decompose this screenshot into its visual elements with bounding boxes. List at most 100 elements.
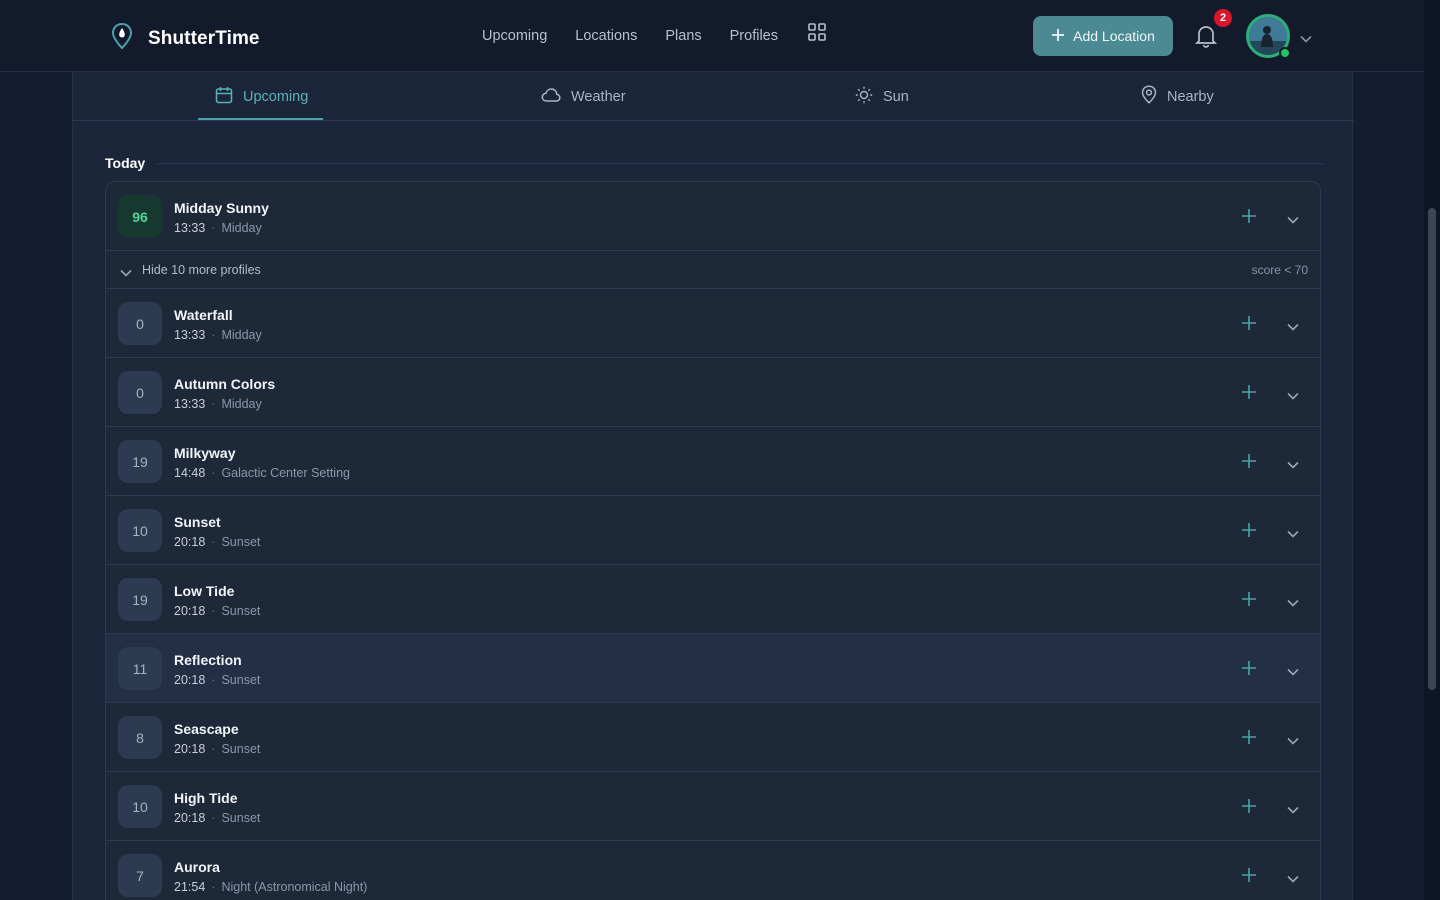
item-time: 20:18: [174, 811, 206, 825]
list-item-top[interactable]: 96 Midday Sunny 13:33 · Midday: [106, 182, 1320, 251]
tab-sun[interactable]: Sun: [855, 72, 909, 121]
item-subtitle: 13:33 · Midday: [174, 397, 262, 411]
apps-grid-icon[interactable]: [808, 23, 826, 46]
list-item[interactable]: 0 Autumn Colors 13:33 · Midday: [106, 358, 1320, 427]
divider: [157, 162, 1323, 164]
list-item[interactable]: 0 Waterfall 13:33 · Midday: [106, 289, 1320, 358]
top-nav: ShutterTime Upcoming Locations Plans Pro…: [0, 0, 1424, 72]
notification-badge: 2: [1214, 9, 1232, 27]
item-time: 20:18: [174, 535, 206, 549]
item-phase: Midday: [221, 328, 262, 342]
nav-plans[interactable]: Plans: [665, 28, 701, 44]
list-item[interactable]: 10 Sunset 20:18 · Sunset: [106, 496, 1320, 565]
add-plus-icon[interactable]: [1241, 591, 1257, 612]
add-location-label: Add Location: [1073, 28, 1155, 44]
item-subtitle: 13:33 · Midday: [174, 328, 262, 342]
tab-weather[interactable]: Weather: [541, 72, 626, 121]
main-nav: Upcoming Locations Plans Profiles: [482, 23, 826, 46]
expand-chevron-icon[interactable]: [1287, 387, 1299, 405]
item-time: 13:33: [174, 328, 206, 342]
add-plus-icon[interactable]: [1241, 867, 1257, 888]
expand-chevron-icon[interactable]: [1287, 594, 1299, 612]
add-plus-icon[interactable]: [1241, 384, 1257, 405]
brand[interactable]: ShutterTime: [110, 22, 260, 55]
item-time: 14:48: [174, 466, 206, 480]
list-item[interactable]: 7 Aurora 21:54 · Night (Astronomical Night): [106, 841, 1320, 900]
score-badge: 19: [118, 578, 162, 621]
list-item[interactable]: 10 High Tide 20:18 · Sunset: [106, 772, 1320, 841]
nav-locations[interactable]: Locations: [575, 28, 637, 44]
section-title: Today: [105, 155, 146, 171]
score-badge: 7: [118, 854, 162, 897]
item-title: Seascape: [174, 721, 239, 737]
item-title: Aurora: [174, 859, 220, 875]
cloud-icon: [541, 87, 561, 107]
calendar-icon: [215, 86, 233, 108]
item-title: Midday Sunny: [174, 200, 269, 216]
chevron-down-icon[interactable]: [1300, 30, 1312, 48]
item-title: Waterfall: [174, 307, 233, 323]
item-subtitle: 13:33 · Midday: [174, 221, 262, 235]
add-plus-icon[interactable]: [1241, 660, 1257, 681]
item-time: 20:18: [174, 604, 206, 618]
score-badge: 0: [118, 371, 162, 414]
plus-icon: [1051, 28, 1065, 45]
expand-chevron-icon[interactable]: [1287, 525, 1299, 543]
expand-chevron-icon[interactable]: [1287, 318, 1299, 336]
expand-chevron-icon[interactable]: [1287, 732, 1299, 750]
item-time: 20:18: [174, 673, 206, 687]
add-plus-icon[interactable]: [1241, 522, 1257, 543]
item-phase: Galactic Center Setting: [221, 466, 350, 480]
tab-nearby-label: Nearby: [1167, 88, 1214, 105]
expand-chevron-icon[interactable]: [1287, 663, 1299, 681]
list-item[interactable]: 19 Low Tide 20:18 · Sunset: [106, 565, 1320, 634]
item-title: High Tide: [174, 790, 238, 806]
expand-chevron-icon[interactable]: [1287, 456, 1299, 474]
section-header: Today: [105, 154, 1323, 172]
add-location-button[interactable]: Add Location: [1033, 16, 1173, 56]
item-phase: Sunset: [221, 811, 261, 825]
score-badge: 11: [118, 647, 162, 690]
add-plus-icon[interactable]: [1241, 798, 1257, 819]
item-time: 21:54: [174, 880, 206, 894]
add-plus-icon[interactable]: [1241, 208, 1257, 229]
item-time: 20:18: [174, 742, 206, 756]
score-badge: 10: [118, 509, 162, 552]
item-title: Low Tide: [174, 583, 235, 599]
bell-icon[interactable]: [1194, 24, 1218, 53]
score-badge: 8: [118, 716, 162, 759]
tab-upcoming-label: Upcoming: [243, 88, 309, 105]
sun-icon: [855, 86, 873, 108]
add-plus-icon[interactable]: [1241, 315, 1257, 336]
add-plus-icon[interactable]: [1241, 729, 1257, 750]
expand-chevron-icon[interactable]: [1287, 801, 1299, 819]
item-subtitle: 21:54 · Night (Astronomical Night): [174, 880, 368, 894]
add-plus-icon[interactable]: [1241, 453, 1257, 474]
tab-upcoming[interactable]: Upcoming: [215, 72, 308, 121]
item-phase: Sunset: [221, 604, 261, 618]
score-badge: 96: [118, 195, 162, 238]
brand-name: ShutterTime: [148, 27, 260, 49]
item-phase: Night (Astronomical Night): [221, 880, 368, 894]
expand-chevron-icon[interactable]: [1287, 870, 1299, 888]
item-phase: Sunset: [221, 673, 261, 687]
score-badge: 19: [118, 440, 162, 483]
score-badge: 10: [118, 785, 162, 828]
item-phase: Sunset: [221, 535, 261, 549]
list-item[interactable]: 8 Seascape 20:18 · Sunset: [106, 703, 1320, 772]
active-tab-indicator: [198, 118, 323, 120]
tab-nearby[interactable]: Nearby: [1141, 72, 1214, 121]
tab-weather-label: Weather: [571, 88, 626, 105]
nav-profiles[interactable]: Profiles: [730, 28, 778, 44]
item-phase: Sunset: [221, 742, 261, 756]
item-title: Sunset: [174, 514, 221, 530]
list-item[interactable]: 19 Milkyway 14:48 · Galactic Center Setting: [106, 427, 1320, 496]
nav-upcoming[interactable]: Upcoming: [482, 28, 547, 44]
expand-chevron-icon[interactable]: [1287, 211, 1299, 229]
location-pin-logo-icon: [110, 22, 134, 55]
profile-list: 96 Midday Sunny 13:33 · Midday Hide 10 mor…: [105, 181, 1321, 900]
item-subtitle: 20:18 · Sunset: [174, 604, 261, 618]
hide-more-toggle[interactable]: Hide 10 more profiles score < 70: [106, 251, 1320, 289]
scrollbar-thumb[interactable]: [1428, 208, 1436, 690]
list-item[interactable]: 11 Reflection 20:18 · Sunset: [106, 634, 1320, 703]
